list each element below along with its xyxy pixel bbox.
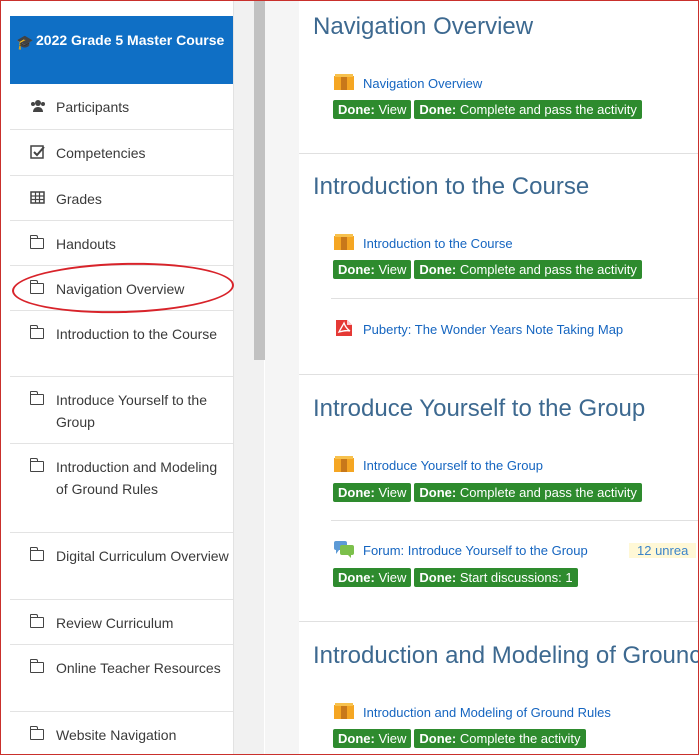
completion-badge: Done: View bbox=[333, 729, 412, 748]
package-icon bbox=[334, 456, 354, 472]
activity-divider bbox=[331, 520, 699, 521]
completion-badges: Done: View Done: Complete the activity bbox=[333, 729, 589, 748]
users-icon bbox=[31, 100, 45, 112]
sidebar-item-introduction-course[interactable]: Introduction to the Course bbox=[10, 311, 233, 377]
package-icon bbox=[334, 74, 354, 90]
activity-link[interactable]: Introduction and Modeling of Ground Rule… bbox=[363, 705, 611, 720]
sidebar-item-competencies[interactable]: Competencies bbox=[10, 130, 233, 176]
sidebar-item-label: Website Navigation bbox=[56, 727, 177, 743]
completion-badge: Done: Complete the activity bbox=[414, 729, 586, 748]
checkbox-icon bbox=[30, 145, 45, 159]
course-content: Navigation Overview Navigation Overview … bbox=[299, 0, 699, 755]
graduation-cap-icon: 🎓 bbox=[16, 34, 34, 50]
sidebar-item-grades[interactable]: Grades bbox=[10, 176, 233, 221]
section-divider bbox=[299, 374, 699, 375]
section-title-navigation-overview: Navigation Overview bbox=[313, 13, 534, 40]
sidebar-item-digital-curriculum[interactable]: Digital Curriculum Overview bbox=[10, 533, 233, 600]
completion-badges: Done: View Done: Complete and pass the ac… bbox=[333, 483, 645, 502]
sidebar-item-website-navigation[interactable]: Website Navigation bbox=[10, 712, 233, 755]
activity-divider bbox=[331, 298, 699, 299]
sidebar-item-label: Participants bbox=[56, 99, 130, 115]
folder-icon bbox=[29, 614, 46, 631]
completion-badges: Done: View Done: Complete and pass the ac… bbox=[333, 260, 645, 279]
folder-icon bbox=[29, 547, 46, 564]
folder-icon bbox=[29, 235, 46, 252]
completion-badge: Done: View bbox=[333, 483, 412, 502]
folder-icon bbox=[29, 325, 46, 342]
page-gutter bbox=[265, 0, 299, 755]
section-title-introduction-course: Introduction to the Course bbox=[313, 173, 590, 200]
folder-icon bbox=[29, 726, 46, 743]
completion-badges: Done: View Done: Complete and pass the ac… bbox=[333, 100, 645, 119]
sidebar-item-navigation-overview[interactable]: Navigation Overview bbox=[10, 266, 233, 311]
section-divider bbox=[299, 621, 699, 622]
folder-icon bbox=[29, 280, 46, 297]
sidebar-item-introduce-yourself[interactable]: Introduce Yourself to the Group bbox=[10, 377, 233, 444]
activity-link[interactable]: Puberty: The Wonder Years Note Taking Ma… bbox=[363, 322, 623, 337]
pdf-icon bbox=[336, 320, 352, 336]
sidebar-item-teacher-resources[interactable]: Online Teacher Resources bbox=[10, 645, 233, 712]
course-title-item[interactable]: 🎓 2022 Grade 5 Master Course bbox=[10, 16, 233, 84]
sidebar-item-label: Review Curriculum bbox=[56, 615, 174, 631]
sidebar-item-review-curriculum[interactable]: Review Curriculum bbox=[10, 600, 233, 645]
sidebar-item-label: Competencies bbox=[56, 145, 146, 161]
activity-link[interactable]: Introduce Yourself to the Group bbox=[363, 458, 543, 473]
table-icon bbox=[30, 191, 45, 204]
section-divider bbox=[299, 153, 699, 154]
completion-badge: Done: Complete and pass the activity bbox=[414, 483, 642, 502]
sidebar-scrollbar-thumb[interactable] bbox=[254, 0, 265, 360]
activity-link[interactable]: Forum: Introduce Yourself to the Group bbox=[363, 543, 588, 558]
unread-posts-badge[interactable]: 12 unrea bbox=[629, 543, 697, 558]
completion-badge: Done: Complete and pass the activity bbox=[414, 100, 642, 119]
sidebar-item-ground-rules[interactable]: Introduction and Modeling of Ground Rule… bbox=[10, 444, 233, 533]
folder-icon bbox=[29, 391, 46, 408]
sidebar-item-handouts[interactable]: Handouts bbox=[10, 221, 233, 266]
sidebar-item-label: Navigation Overview bbox=[56, 281, 185, 297]
sidebar-item-participants[interactable]: Participants bbox=[10, 84, 233, 130]
activity-link[interactable]: Introduction to the Course bbox=[363, 236, 513, 251]
section-title-ground-rules: Introduction and Modeling of Grounc bbox=[313, 642, 699, 669]
folder-icon bbox=[29, 659, 46, 676]
completion-badge: Done: View bbox=[333, 568, 412, 587]
sidebar-item-label: Introduction to the Course bbox=[56, 326, 218, 342]
sidebar-item-label: Introduce Yourself to the Group bbox=[56, 392, 207, 430]
completion-badge: Done: Start discussions: 1 bbox=[414, 568, 578, 587]
sidebar-item-label: Online Teacher Resources bbox=[56, 660, 221, 676]
sidebar-item-label: Introduction and Modeling of Ground Rule… bbox=[56, 459, 218, 497]
package-icon bbox=[334, 703, 354, 719]
completion-badge: Done: View bbox=[333, 260, 412, 279]
sidebar-item-label: Digital Curriculum Overview bbox=[56, 548, 229, 564]
section-title-introduce-yourself: Introduce Yourself to the Group bbox=[313, 395, 646, 422]
completion-badge: Done: Complete and pass the activity bbox=[414, 260, 642, 279]
course-index-sidebar: 🎓 2022 Grade 5 Master Course Participant… bbox=[6, 0, 234, 755]
activity-link[interactable]: Navigation Overview bbox=[363, 76, 482, 91]
sidebar-item-label: Handouts bbox=[56, 236, 116, 252]
folder-icon bbox=[29, 458, 46, 475]
forum-icon bbox=[334, 541, 354, 558]
package-icon bbox=[334, 234, 354, 250]
sidebar-item-label: Grades bbox=[56, 191, 102, 207]
course-title: 2022 Grade 5 Master Course bbox=[36, 32, 225, 48]
completion-badge: Done: View bbox=[333, 100, 412, 119]
completion-badges: Done: View Done: Start discussions: 1 bbox=[333, 568, 581, 587]
